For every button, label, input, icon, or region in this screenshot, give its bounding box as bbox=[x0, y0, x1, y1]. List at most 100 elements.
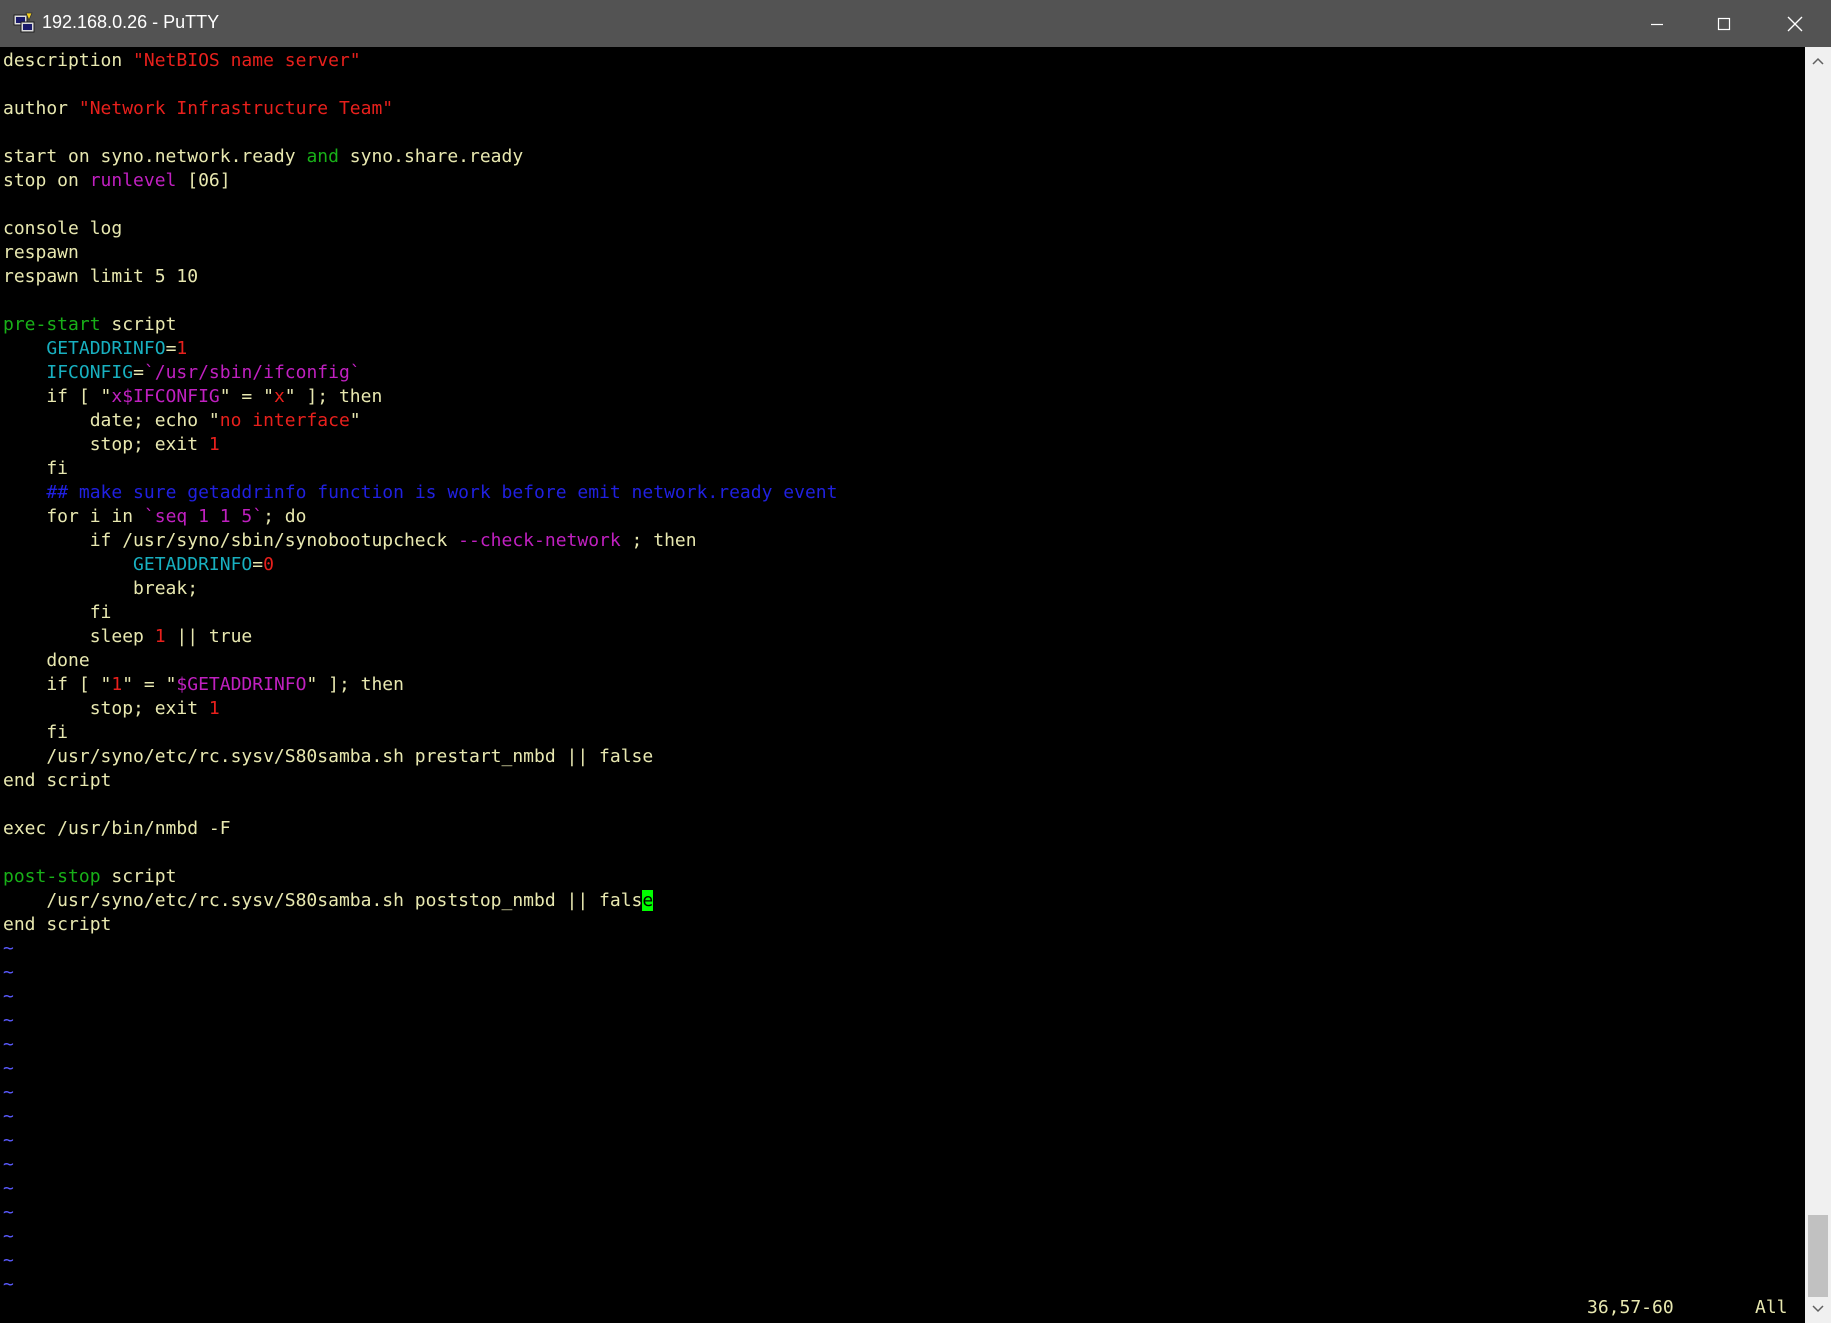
editor-line[interactable]: end script bbox=[3, 769, 837, 793]
code-token: start on syno.network.ready bbox=[3, 146, 307, 167]
empty-buffer-tilde: ~ bbox=[3, 1178, 14, 1199]
editor-line[interactable]: author "Network Infrastructure Team" bbox=[3, 97, 837, 121]
code-token: = bbox=[252, 554, 264, 575]
code-token: GETADDRINFO bbox=[133, 554, 253, 575]
editor-line[interactable]: if [ "x$IFCONFIG" = "x" ]; then bbox=[3, 385, 837, 409]
code-token: done bbox=[3, 650, 90, 671]
vim-buffer[interactable]: description "NetBIOS name server" author … bbox=[3, 49, 837, 1297]
code-token: script bbox=[100, 866, 177, 887]
window-title: 192.168.0.26 - PuTTY bbox=[42, 12, 220, 32]
editor-line[interactable]: break; bbox=[3, 577, 837, 601]
editor-line[interactable]: /usr/syno/etc/rc.sysv/S80samba.sh presta… bbox=[3, 745, 837, 769]
editor-line[interactable]: fi bbox=[3, 457, 837, 481]
putty-icon[interactable] bbox=[12, 11, 38, 35]
minimize-icon bbox=[1651, 23, 1663, 25]
code-token: 1 bbox=[154, 626, 166, 647]
editor-line[interactable]: stop on runlevel [06] bbox=[3, 169, 837, 193]
empty-buffer-tilde: ~ bbox=[3, 1250, 14, 1271]
code-token: = bbox=[133, 362, 144, 383]
editor-line[interactable]: GETADDRINFO=1 bbox=[3, 337, 837, 361]
editor-line[interactable]: stop; exit 1 bbox=[3, 697, 837, 721]
editor-line[interactable] bbox=[3, 793, 837, 817]
code-token: --check-network bbox=[458, 530, 621, 551]
code-token: " = " bbox=[122, 674, 177, 695]
terminal-screen[interactable]: description "NetBIOS name server" author … bbox=[0, 47, 1805, 1323]
editor-line[interactable] bbox=[3, 73, 837, 97]
editor-line[interactable] bbox=[3, 121, 837, 145]
code-token: 1 bbox=[208, 698, 220, 719]
editor-line[interactable]: sleep 1 || true bbox=[3, 625, 837, 649]
editor-line[interactable]: start on syno.network.ready and syno.sha… bbox=[3, 145, 837, 169]
code-token: 0 bbox=[263, 554, 274, 575]
code-token: syno.share.ready bbox=[338, 146, 524, 167]
code-token: fi bbox=[3, 458, 69, 479]
code-token: $GETADDRINFO bbox=[176, 674, 307, 695]
empty-buffer-tilde: ~ bbox=[3, 1130, 14, 1151]
empty-buffer-tilde: ~ bbox=[3, 1274, 14, 1295]
editor-line[interactable] bbox=[3, 289, 837, 313]
code-token: ; then bbox=[620, 530, 697, 551]
editor-line[interactable]: /usr/syno/etc/rc.sysv/S80samba.sh postst… bbox=[3, 889, 837, 913]
scroll-down-button[interactable] bbox=[1805, 1297, 1831, 1321]
editor-line[interactable]: exec /usr/bin/nmbd -F bbox=[3, 817, 837, 841]
editor-line[interactable]: ## make sure getaddrinfo function is wor… bbox=[3, 481, 837, 505]
editor-line[interactable]: if [ "1" = "$GETADDRINFO" ]; then bbox=[3, 673, 837, 697]
close-button[interactable] bbox=[1760, 0, 1830, 47]
editor-line[interactable] bbox=[3, 193, 837, 217]
code-token: exec /usr/bin/nmbd -F bbox=[3, 818, 231, 839]
editor-line[interactable]: respawn bbox=[3, 241, 837, 265]
code-token: x$IFCONFIG bbox=[111, 386, 220, 407]
code-token: stop; exit bbox=[3, 434, 209, 455]
code-token: `seq 1 1 5` bbox=[143, 506, 264, 527]
code-token: if [ " bbox=[3, 674, 112, 695]
code-token: end script bbox=[3, 914, 112, 935]
vertical-scrollbar[interactable] bbox=[1805, 47, 1831, 1323]
editor-line[interactable] bbox=[3, 841, 837, 865]
code-token: ; do bbox=[263, 506, 307, 527]
editor-line[interactable]: fi bbox=[3, 601, 837, 625]
editor-line[interactable]: done bbox=[3, 649, 837, 673]
maximize-icon bbox=[1717, 17, 1731, 30]
code-token: " ]; then bbox=[284, 386, 383, 407]
scrollbar-thumb[interactable] bbox=[1808, 1215, 1828, 1297]
editor-line[interactable]: respawn limit 5 10 bbox=[3, 265, 837, 289]
code-token: for i in bbox=[3, 506, 144, 527]
editor-line[interactable]: GETADDRINFO=0 bbox=[3, 553, 837, 577]
scroll-up-button[interactable] bbox=[1805, 49, 1831, 73]
code-token: = bbox=[165, 338, 177, 359]
code-token: ## make sure getaddrinfo function is wor… bbox=[46, 482, 838, 503]
code-token: no interface bbox=[219, 410, 350, 431]
code-token: IFCONFIG bbox=[46, 362, 134, 383]
editor-line[interactable]: stop; exit 1 bbox=[3, 433, 837, 457]
empty-buffer-tilde: ~ bbox=[3, 1010, 14, 1031]
code-token: respawn bbox=[3, 242, 79, 263]
text-cursor: e bbox=[642, 890, 654, 911]
editor-line[interactable]: console log bbox=[3, 217, 837, 241]
editor-line[interactable]: description "NetBIOS name server" bbox=[3, 49, 837, 73]
minimize-button[interactable] bbox=[1622, 0, 1692, 47]
code-token: and bbox=[306, 146, 339, 167]
code-token: respawn limit 5 10 bbox=[3, 266, 199, 287]
code-token: 1 bbox=[111, 674, 123, 695]
code-token: /usr/syno/etc/rc.sysv/S80samba.sh postst… bbox=[3, 890, 643, 911]
chevron-up-icon bbox=[1812, 57, 1824, 65]
editor-line[interactable]: pre-start script bbox=[3, 313, 837, 337]
editor-line[interactable]: IFCONFIG=`/usr/sbin/ifconfig` bbox=[3, 361, 837, 385]
code-token: " ]; then bbox=[306, 674, 404, 695]
editor-line[interactable]: for i in `seq 1 1 5`; do bbox=[3, 505, 837, 529]
editor-line[interactable]: if /usr/syno/sbin/synobootupcheck --chec… bbox=[3, 529, 837, 553]
editor-line[interactable]: fi bbox=[3, 721, 837, 745]
editor-line[interactable]: post-stop script bbox=[3, 865, 837, 889]
empty-buffer-tilde: ~ bbox=[3, 1154, 14, 1175]
editor-line[interactable]: end script bbox=[3, 913, 837, 937]
editor-line[interactable]: date; echo "no interface" bbox=[3, 409, 837, 433]
code-token: date; echo " bbox=[3, 410, 220, 431]
code-token: runlevel bbox=[89, 170, 177, 191]
code-token: 1 bbox=[208, 434, 220, 455]
empty-buffer-tilde: ~ bbox=[3, 1058, 14, 1079]
maximize-button[interactable] bbox=[1689, 0, 1759, 47]
code-token: fi bbox=[3, 722, 69, 743]
